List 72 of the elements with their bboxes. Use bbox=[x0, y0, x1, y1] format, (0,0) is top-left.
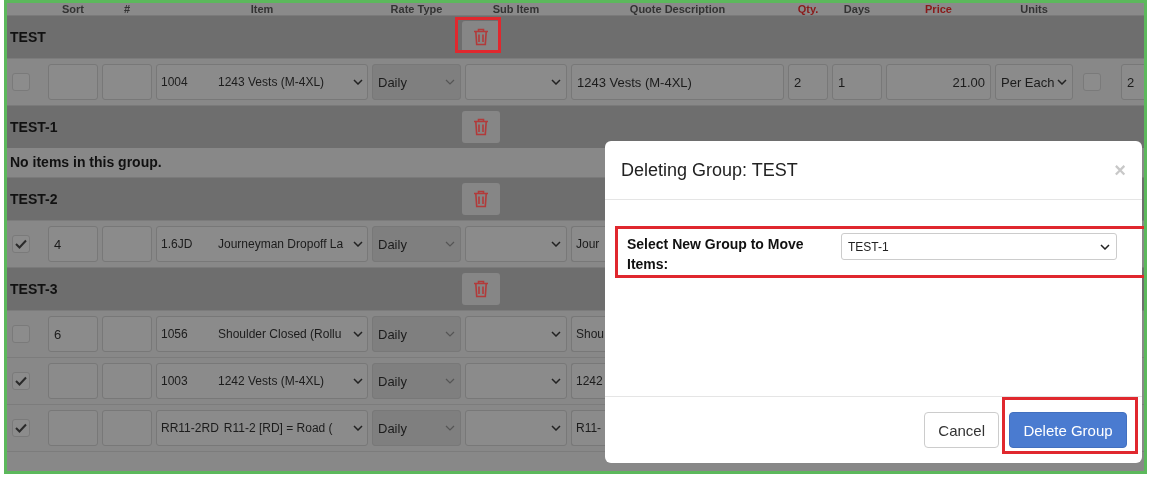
column-header: # bbox=[122, 3, 132, 15]
description-field[interactable]: Jour bbox=[571, 226, 605, 262]
caret-icon bbox=[445, 79, 455, 85]
caret-icon bbox=[445, 241, 455, 247]
dialog-button[interactable]: Delete Group bbox=[1009, 412, 1127, 448]
sub-item-select[interactable] bbox=[465, 226, 567, 262]
sort-field[interactable]: 4 bbox=[48, 226, 98, 262]
dialog-button[interactable]: Cancel bbox=[924, 412, 999, 448]
group-name: TEST bbox=[9, 29, 47, 45]
caret-icon bbox=[353, 425, 363, 431]
caret-icon bbox=[445, 331, 455, 337]
description-field[interactable]: 1243 Vests (M-4XL) bbox=[571, 64, 784, 100]
caret-icon bbox=[353, 241, 363, 247]
caret-icon bbox=[445, 425, 455, 431]
checkbox[interactable] bbox=[12, 372, 30, 390]
column-header: Units bbox=[1019, 3, 1049, 15]
description-field[interactable]: R11- bbox=[571, 410, 605, 446]
delete-group-button[interactable] bbox=[462, 111, 500, 143]
sub-item-select[interactable] bbox=[465, 316, 567, 352]
caret-icon bbox=[551, 79, 561, 85]
group-select[interactable]: TEST-1 bbox=[841, 233, 1117, 260]
trash-icon bbox=[473, 280, 489, 298]
item-select[interactable]: RR11-2RD R11-2 [RD] = Road ( bbox=[156, 410, 368, 446]
caret-icon bbox=[445, 378, 455, 384]
caret-icon bbox=[353, 79, 363, 85]
days-field[interactable]: 1 bbox=[832, 64, 882, 100]
caret-icon bbox=[551, 425, 561, 431]
description-field[interactable]: Shou bbox=[571, 316, 605, 352]
caret-icon bbox=[551, 241, 561, 247]
delete-group-button[interactable] bbox=[462, 273, 500, 305]
field-label: Select New Group to Move Items: bbox=[627, 235, 805, 274]
quantity-field[interactable]: 2 bbox=[1121, 64, 1144, 100]
item-select[interactable]: 1056 Shoulder Closed (Rollu bbox=[156, 316, 368, 352]
units-select[interactable]: Per Each bbox=[995, 64, 1073, 100]
trash-icon bbox=[473, 28, 489, 46]
column-header: Price bbox=[924, 3, 953, 15]
rate-type-select[interactable]: Daily bbox=[372, 226, 461, 262]
caret-icon bbox=[1057, 79, 1068, 85]
item-select[interactable]: 1004 1243 Vests (M-4XL) bbox=[156, 64, 368, 100]
sub-item-select[interactable] bbox=[465, 64, 567, 100]
rate-type-select[interactable]: Daily bbox=[372, 363, 461, 399]
column-header: Item bbox=[249, 3, 275, 15]
caret-icon bbox=[551, 331, 561, 337]
sub-item-select[interactable] bbox=[465, 363, 567, 399]
sort-field[interactable]: 6 bbox=[48, 316, 98, 352]
rate-type-select[interactable]: Daily bbox=[372, 316, 461, 352]
delete-group-button[interactable] bbox=[462, 183, 500, 215]
sub-item-select[interactable] bbox=[465, 410, 567, 446]
column-header: Qty. bbox=[796, 3, 820, 15]
description-field[interactable]: 1242 bbox=[571, 363, 605, 399]
item-select[interactable]: 1.6JD Journeyman Dropoff La bbox=[156, 226, 368, 262]
column-header: Sort bbox=[61, 3, 85, 15]
rate-type-select[interactable]: Daily bbox=[372, 410, 461, 446]
group-name: TEST-3 bbox=[9, 281, 59, 297]
column-header: Sub Item bbox=[491, 3, 541, 15]
qty-field[interactable]: 2 bbox=[788, 64, 828, 100]
checkbox[interactable] bbox=[12, 235, 30, 253]
group-name: TEST-1 bbox=[9, 119, 59, 135]
checkbox[interactable] bbox=[12, 419, 30, 437]
caret-icon bbox=[353, 331, 363, 337]
trash-icon bbox=[473, 118, 489, 136]
price-field[interactable]: 21.00 bbox=[886, 64, 991, 100]
caret-icon bbox=[353, 378, 363, 384]
column-header: Rate Type bbox=[389, 3, 444, 15]
column-header: Days bbox=[842, 3, 872, 15]
caret-icon bbox=[1100, 243, 1110, 250]
rate-type-select[interactable]: Daily bbox=[372, 64, 461, 100]
group-name: TEST-2 bbox=[9, 191, 59, 207]
trash-icon bbox=[473, 190, 489, 208]
column-header: Quote Description bbox=[628, 3, 727, 15]
caret-icon bbox=[551, 378, 561, 384]
item-select[interactable]: 1003 1242 Vests (M-4XL) bbox=[156, 363, 368, 399]
